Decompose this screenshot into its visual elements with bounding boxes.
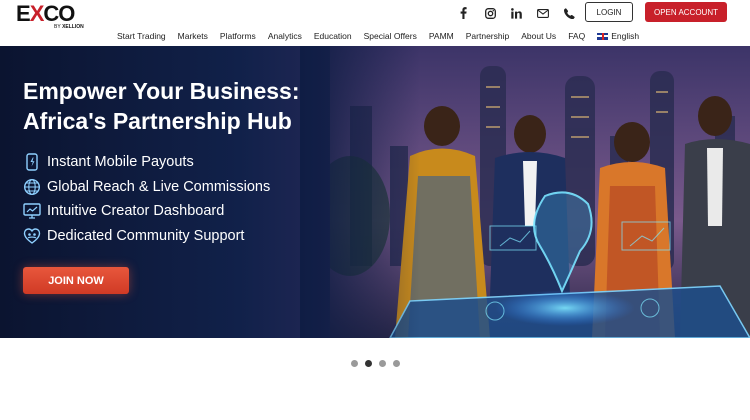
login-button[interactable]: LOGIN [585,2,633,22]
feature-list: Instant Mobile Payouts Global Reach & Li… [22,150,270,248]
carousel-dots [351,360,407,367]
hero-banner: Empower Your Business: Africa's Partners… [0,46,750,338]
linkedin-icon[interactable] [510,6,522,20]
nav-item-special-offers[interactable]: Special Offers [364,31,417,41]
carousel-dot[interactable] [379,360,386,367]
exco-logo[interactable]: EXCO BY XELLION [16,1,96,31]
feature-item: Global Reach & Live Commissions [22,175,270,200]
community-icon [22,226,41,245]
mail-icon[interactable] [537,6,549,20]
hero-title: Empower Your Business: Africa's Partners… [23,78,300,134]
logo-tagline: BY XELLION [54,24,84,30]
nav-item-markets[interactable]: Markets [178,31,208,41]
nav-item-start-trading[interactable]: Start Trading [117,31,166,41]
open-account-button[interactable]: OPEN ACCOUNT [645,2,727,22]
carousel-dot-active[interactable] [365,360,372,367]
dashboard-icon [22,202,41,221]
carousel-dot[interactable] [351,360,358,367]
site-header: EXCO BY XELLION LOGIN OPEN ACCOUNT Start… [0,0,750,46]
main-nav: Start Trading Markets Platforms Analytic… [117,30,639,42]
nav-item-pamm[interactable]: PAMM [429,31,454,41]
logo-wordmark: EXCO [16,1,75,26]
nav-item-partnership[interactable]: Partnership [466,31,509,41]
carousel-dot[interactable] [393,360,400,367]
facebook-icon[interactable] [457,6,469,20]
feature-text: Global Reach & Live Commissions [47,178,271,195]
instagram-icon[interactable] [484,6,496,20]
nav-item-education[interactable]: Education [314,31,352,41]
phone-icon[interactable] [563,6,575,20]
feature-text: Dedicated Community Support [47,227,245,244]
language-label: English [611,31,640,41]
feature-text: Instant Mobile Payouts [47,154,194,171]
nav-item-platforms[interactable]: Platforms [220,31,256,41]
feature-text: Intuitive Creator Dashboard [47,203,225,220]
feature-item: Dedicated Community Support [22,224,270,249]
language-selector[interactable]: English [597,31,639,41]
uk-flag-icon [597,32,609,40]
nav-item-faq[interactable]: FAQ [568,31,585,41]
nav-item-about-us[interactable]: About Us [521,31,556,41]
nav-item-analytics[interactable]: Analytics [268,31,302,41]
globe-icon [22,177,41,196]
join-now-button[interactable]: JOIN NOW [23,267,129,294]
mobile-payout-icon [22,153,41,172]
feature-item: Intuitive Creator Dashboard [22,199,270,224]
feature-item: Instant Mobile Payouts [22,150,270,175]
